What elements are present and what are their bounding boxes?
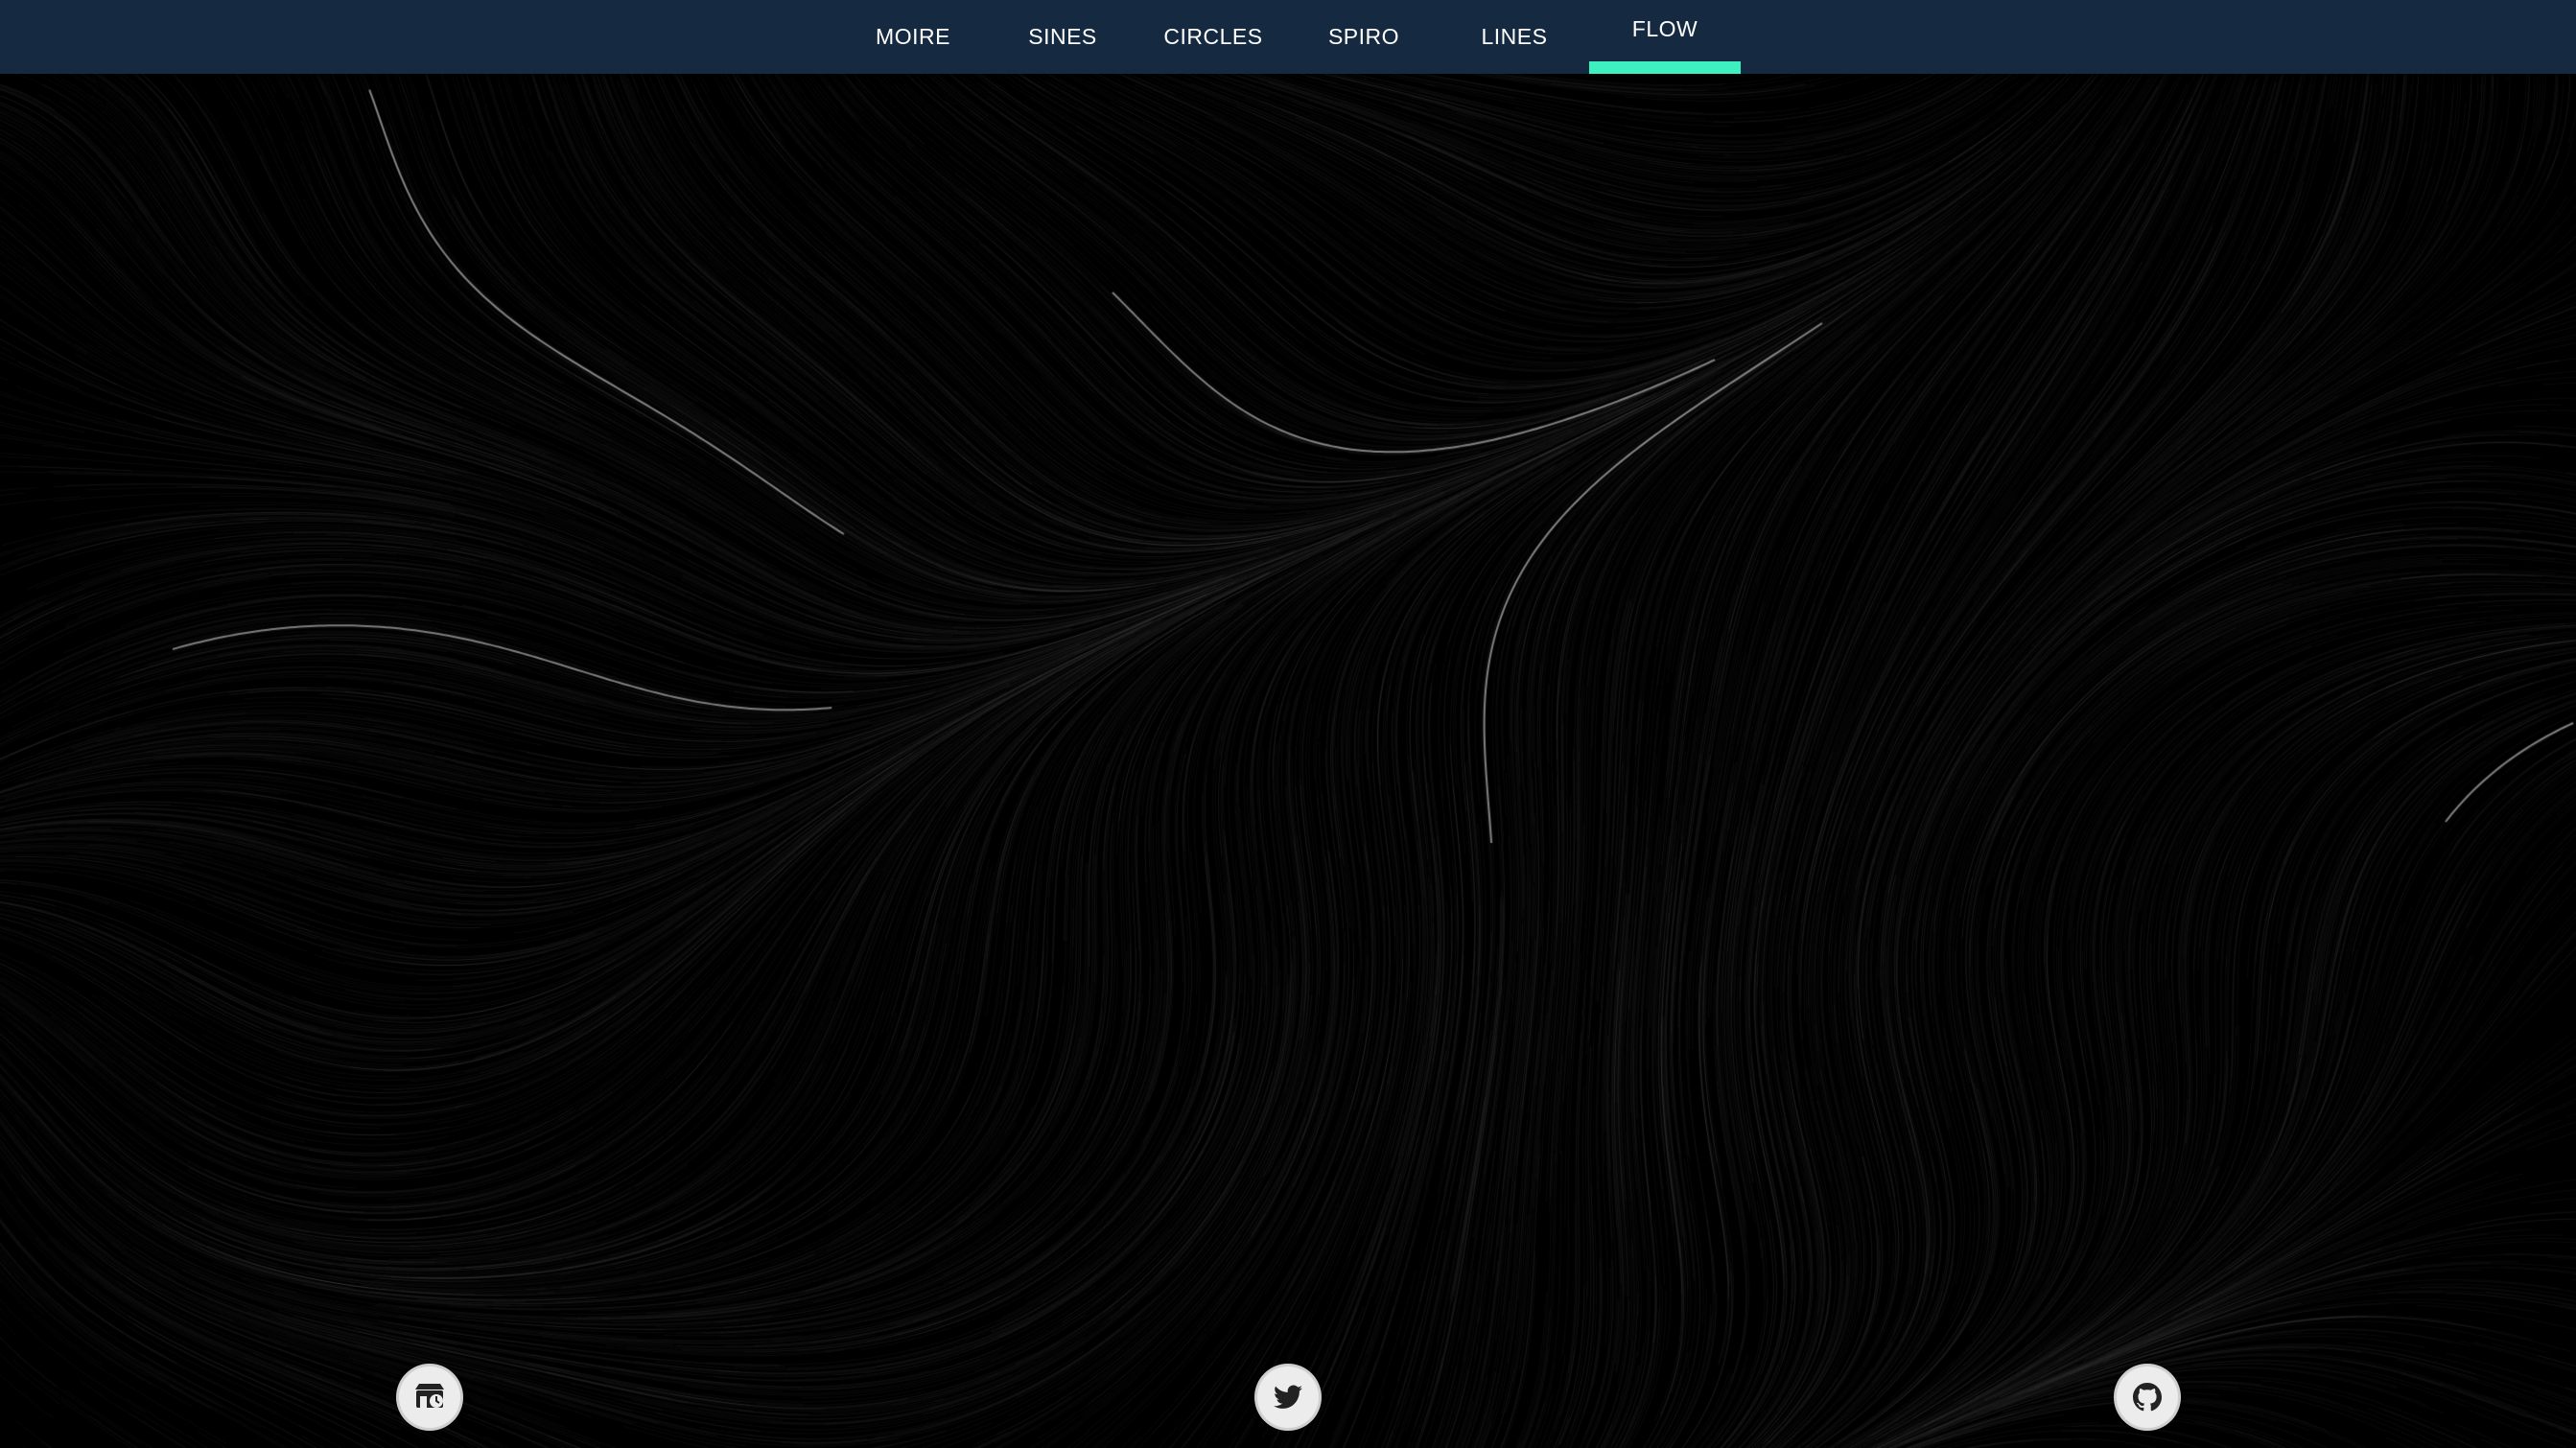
active-tab-indicator bbox=[1589, 61, 1741, 74]
flow-field-canvas[interactable] bbox=[0, 74, 2576, 1448]
tab-circles[interactable]: CIRCLES bbox=[1137, 0, 1289, 74]
top-nav-bar: MOIRE SINES CIRCLES SPIRO LINES FLOW bbox=[0, 0, 2576, 74]
tab-label: LINES bbox=[1481, 24, 1548, 49]
twitter-link-button[interactable] bbox=[1257, 1366, 1319, 1428]
tab-lines[interactable]: LINES bbox=[1439, 0, 1590, 74]
tab-label: SPIRO bbox=[1327, 24, 1400, 49]
tab-flow[interactable]: FLOW bbox=[1589, 0, 1741, 74]
twitter-icon bbox=[1274, 1385, 1302, 1410]
flow-art-area bbox=[0, 74, 2576, 1448]
github-link-button[interactable] bbox=[2117, 1366, 2178, 1428]
tab-label: SINES bbox=[1028, 24, 1097, 49]
tab-label: MOIRE bbox=[876, 24, 950, 49]
tab-label: FLOW bbox=[1631, 16, 1698, 41]
shop-icon bbox=[411, 1381, 448, 1413]
tab-moire[interactable]: MOIRE bbox=[837, 0, 989, 74]
github-icon bbox=[2133, 1383, 2162, 1412]
tab-label: CIRCLES bbox=[1163, 24, 1263, 49]
shop-link-button[interactable] bbox=[399, 1366, 460, 1428]
tab-spiro[interactable]: SPIRO bbox=[1288, 0, 1440, 74]
tab-sines[interactable]: SINES bbox=[987, 0, 1138, 74]
